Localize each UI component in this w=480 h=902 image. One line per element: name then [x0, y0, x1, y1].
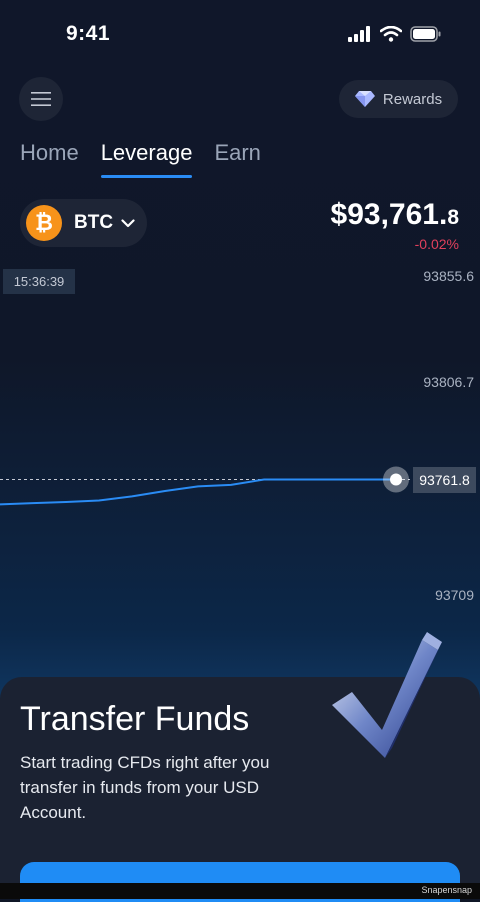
- tab-earn[interactable]: Earn: [214, 140, 260, 178]
- bitcoin-icon: ₿: [26, 205, 62, 241]
- tab-home[interactable]: Home: [20, 140, 79, 178]
- footer-bar: [0, 883, 480, 899]
- price-series-line: [0, 478, 396, 506]
- price-decimal: 8: [447, 206, 459, 229]
- battery-icon: [410, 26, 441, 42]
- asset-selector[interactable]: ₿ BTC: [20, 199, 147, 247]
- y-tick-top: 93855.6: [423, 268, 474, 284]
- asset-symbol: BTC: [74, 212, 114, 233]
- status-icons: [348, 26, 442, 42]
- watermark: Snapensnap: [421, 885, 472, 895]
- price-change: -0.02%: [414, 236, 459, 252]
- rewards-button[interactable]: Rewards: [339, 80, 458, 118]
- chevron-down-icon: [121, 218, 135, 227]
- wifi-icon: [380, 26, 402, 42]
- current-price-tag: 93761.8: [413, 467, 476, 493]
- rewards-label: Rewards: [382, 90, 443, 108]
- diamond-icon: [354, 91, 375, 107]
- signal-icon: [348, 26, 370, 42]
- menu-button[interactable]: [19, 77, 63, 121]
- price-chart[interactable]: [0, 260, 480, 660]
- price-main: $93,761.: [330, 198, 448, 231]
- y-tick-upper: 93806.7: [423, 374, 474, 390]
- tab-leverage[interactable]: Leverage: [100, 140, 192, 178]
- card-title: Transfer Funds: [20, 700, 250, 738]
- status-time: 9:41: [66, 22, 111, 45]
- card-body: Start trading CFDs right after you trans…: [20, 753, 270, 822]
- checkmark-3d-icon: [332, 632, 442, 758]
- main-tabs: Home Leverage Earn: [20, 140, 261, 178]
- y-tick-lower: 93709: [435, 587, 474, 603]
- hamburger-icon: [31, 92, 51, 106]
- chart-time-label: 15:36:39: [3, 269, 75, 294]
- current-marker: [390, 473, 402, 486]
- current-price: $93,761.8: [331, 198, 459, 232]
